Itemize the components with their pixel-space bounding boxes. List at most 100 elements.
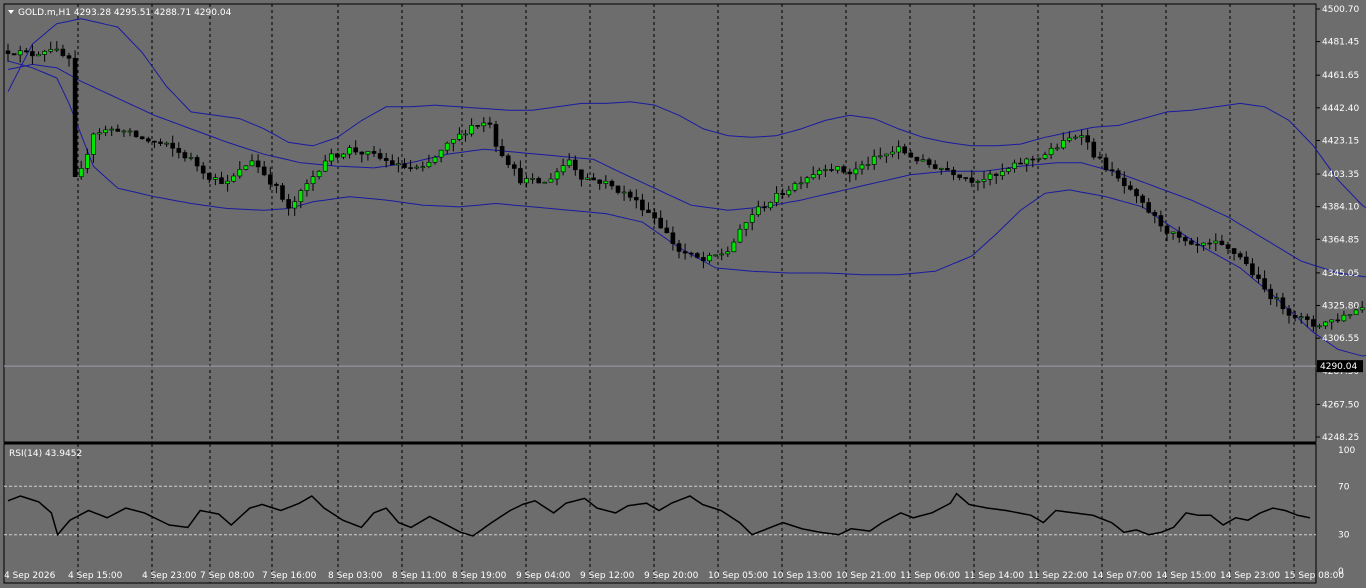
symbol-info-line: GOLD.m,H1 4293.28 4295.51 4288.71 4290.0… — [18, 8, 232, 18]
candle-body — [304, 183, 310, 191]
candle — [762, 201, 767, 212]
candle-body — [585, 177, 590, 180]
candle — [737, 224, 743, 244]
candle-body — [1061, 140, 1066, 149]
candle-body — [810, 174, 816, 179]
candle-body — [914, 156, 920, 162]
candle-body — [188, 157, 194, 159]
candle-body — [207, 172, 212, 180]
candle-body — [603, 180, 609, 184]
rsi-axis-label: 70 — [1338, 482, 1350, 492]
candle — [499, 138, 505, 158]
candle — [969, 170, 975, 188]
price-axis-label: 4423.15 — [1322, 136, 1359, 146]
candle — [511, 161, 517, 176]
candle — [146, 136, 151, 144]
candle-body — [213, 177, 218, 180]
candle-body — [127, 130, 133, 133]
candle — [249, 154, 255, 167]
candle — [292, 196, 298, 216]
time-axis-label: 7 Sep 08:00 — [200, 571, 255, 581]
chart-canvas[interactable]: 4 Sep 2026 4 Sep 15:00 4 Sep 23:00 7 Sep 08… — [0, 0, 1366, 588]
candle — [152, 140, 157, 149]
candle — [274, 182, 279, 194]
time-axis-label: 15 Sep 08:00 — [1284, 571, 1344, 581]
candle-body — [566, 159, 572, 166]
candle — [72, 50, 78, 178]
candle — [609, 179, 615, 190]
candle-body — [536, 178, 542, 184]
candle — [1195, 237, 1200, 254]
candle — [853, 161, 859, 181]
candle-body — [951, 169, 956, 176]
candle — [200, 162, 206, 180]
candle-body — [115, 128, 121, 132]
candle-body — [158, 141, 163, 144]
candle — [951, 166, 956, 181]
candle-body — [347, 147, 352, 155]
candle-body — [487, 122, 493, 125]
candle-body — [243, 165, 249, 170]
candle — [572, 155, 578, 176]
candle-body — [963, 177, 969, 179]
candle — [646, 202, 651, 213]
time-axis-label: 11 Sep 22:00 — [1028, 571, 1088, 581]
candle — [66, 52, 72, 67]
time-axis-label: 10 Sep 13:00 — [772, 571, 832, 581]
candle — [725, 246, 731, 258]
candle-body — [542, 181, 548, 184]
candle-body — [255, 160, 261, 168]
candle — [1085, 129, 1090, 150]
candle-body — [640, 199, 645, 211]
candle — [1018, 157, 1023, 165]
candle-body — [902, 146, 908, 154]
candle-body — [1030, 158, 1036, 161]
candle — [896, 140, 901, 160]
candle-body — [627, 191, 633, 198]
candle — [566, 153, 572, 168]
candle — [17, 45, 23, 63]
candle — [359, 151, 365, 163]
candle-body — [414, 166, 420, 169]
candle — [444, 141, 450, 155]
candle — [42, 49, 47, 62]
candle-body — [469, 125, 474, 135]
candle-body — [1097, 156, 1103, 159]
candle-body — [871, 155, 877, 165]
header-overlay: GOLD.m,H1 4293.28 4295.51 4288.71 4290.0… — [8, 8, 232, 18]
candle-body — [383, 158, 389, 161]
candle-body — [823, 169, 828, 171]
time-axis-label: 9 Sep 04:00 — [516, 571, 571, 581]
axes-layer: 4 Sep 2026 4 Sep 15:00 4 Sep 23:00 7 Sep 08… — [4, 5, 1363, 581]
candle — [554, 168, 560, 186]
candle-body — [786, 189, 792, 196]
candle-body — [1219, 240, 1225, 245]
candle-body — [1201, 242, 1206, 246]
candle — [121, 129, 127, 138]
time-axis-label: 11 Sep 06:00 — [900, 571, 960, 581]
chart-window[interactable]: 4 Sep 2026 4 Sep 15:00 4 Sep 23:00 7 Sep 08… — [0, 0, 1366, 588]
candle-body — [164, 142, 169, 145]
candle-body — [493, 124, 499, 147]
upper-band-line — [7, 18, 1366, 209]
price-axis-label: 4248.25 — [1322, 433, 1359, 443]
candle-body — [762, 206, 767, 209]
candle-body — [1048, 148, 1054, 155]
candle — [694, 252, 700, 259]
price-axis-label: 4461.65 — [1322, 71, 1359, 81]
candle — [481, 117, 487, 133]
candle — [164, 141, 169, 147]
time-axis-label: 10 Sep 05:00 — [708, 571, 768, 581]
candle-body — [1262, 278, 1267, 290]
candle — [1244, 251, 1249, 266]
candle-body — [816, 170, 822, 175]
candle — [109, 126, 114, 136]
candle-body — [420, 166, 426, 168]
candle — [774, 186, 779, 207]
candle — [322, 154, 328, 172]
triangle-down-icon[interactable] — [8, 10, 14, 14]
candle — [1213, 233, 1219, 252]
candle-body — [133, 130, 139, 138]
candle-body — [42, 51, 47, 55]
candle-body — [36, 54, 41, 57]
